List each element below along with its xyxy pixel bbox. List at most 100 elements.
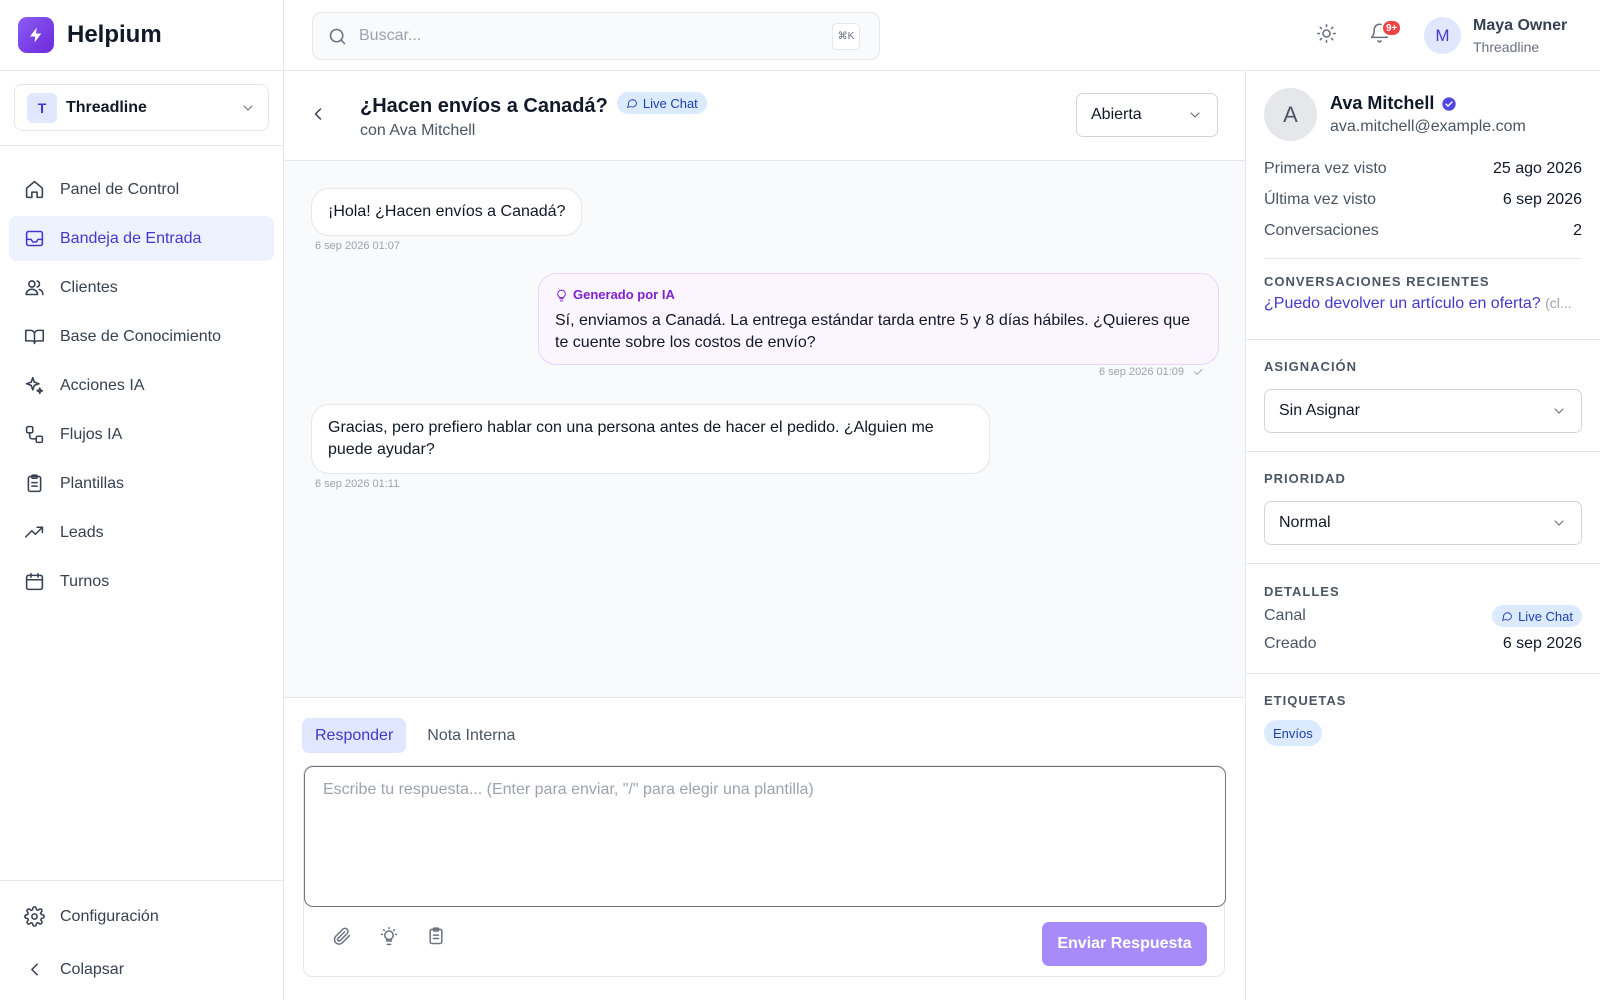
book-icon — [24, 329, 45, 345]
sidebar-item-label: Plantillas — [60, 474, 125, 492]
created-label: Creado — [1264, 635, 1317, 652]
sparkles-icon — [25, 376, 44, 395]
gear-icon — [24, 906, 45, 927]
sidebar: Helpium T Threadline Panel de Control Ba… — [0, 0, 284, 1000]
sidebar-item-shifts[interactable]: Turnos — [9, 559, 274, 604]
sidebar-item-ai-flows[interactable]: Flujos IA — [9, 412, 274, 457]
home-icon — [25, 180, 44, 199]
customer-email: ava.mitchell@example.com — [1330, 118, 1526, 135]
sidebar-item-leads[interactable]: Leads — [9, 510, 274, 555]
chevron-down-icon — [1554, 520, 1564, 526]
details-title: DETALLES — [1264, 584, 1340, 599]
users-icon — [25, 280, 44, 296]
reply-area: Responder Nota Interna Enviar Respuesta — [284, 698, 1245, 1000]
first-seen-value: 25 ago 2026 — [1493, 160, 1582, 177]
tags-title: ETIQUETAS — [1264, 693, 1347, 708]
customer-name-text: Ava Mitchell — [1330, 93, 1435, 113]
theme-toggle-button[interactable] — [1316, 23, 1337, 44]
brand: Helpium — [0, 0, 283, 71]
sidebar-item-label: Turnos — [60, 572, 110, 590]
collapse-sidebar-button[interactable]: Colapsar — [9, 947, 274, 992]
verified-badge-icon — [1442, 96, 1457, 111]
conversations-label: Conversaciones — [1264, 222, 1379, 239]
priority-select[interactable]: Normal — [1264, 501, 1582, 545]
created-row: Creado 6 sep 2026 — [1264, 635, 1582, 653]
customer-message: Gracias, pero prefiero hablar con una pe… — [311, 404, 990, 474]
sidebar-nav: Panel de Control Bandeja de Entrada Clie… — [0, 146, 283, 604]
sidebar-item-inbox[interactable]: Bandeja de Entrada — [9, 216, 274, 261]
lightbulb-icon — [380, 926, 398, 946]
ai-suggest-button[interactable] — [379, 926, 399, 946]
lightbulb-icon — [557, 289, 566, 301]
created-value: 6 sep 2026 — [1502, 635, 1582, 652]
reply-textarea[interactable] — [304, 766, 1226, 907]
recent-conversation-link[interactable]: ¿Puedo devolver un artículo en oferta? (… — [1264, 295, 1582, 313]
sidebar-item-label: Flujos IA — [60, 425, 123, 443]
sun-icon — [1316, 23, 1337, 44]
back-button[interactable] — [308, 104, 328, 124]
sidebar-item-templates[interactable]: Plantillas — [9, 461, 274, 506]
chat-bubble-icon — [626, 99, 637, 108]
message-timestamp: 6 sep 2026 01:07 — [315, 240, 401, 252]
sidebar-item-label: Acciones IA — [60, 376, 145, 394]
send-reply-button[interactable]: Enviar Respuesta — [1042, 922, 1207, 966]
user-name[interactable]: Maya Owner — [1473, 17, 1567, 35]
chevron-left-icon — [314, 108, 322, 120]
sidebar-item-label: Bandeja de Entrada — [60, 229, 202, 247]
sidebar-footer: Configuración Colapsar — [0, 880, 283, 1000]
chevron-down-icon — [243, 104, 253, 111]
channel-badge-label: Live Chat — [642, 95, 698, 111]
workflow-icon — [25, 425, 44, 444]
clipboard-icon — [27, 474, 42, 493]
sidebar-item-settings[interactable]: Configuración — [9, 894, 274, 939]
clipboard-icon — [429, 927, 443, 945]
first-seen-row: Primera vez visto 25 ago 2026 — [1264, 160, 1582, 178]
chat-bubble-icon — [1502, 612, 1513, 621]
last-seen-label: Última vez visto — [1264, 191, 1377, 208]
sidebar-item-panel[interactable]: Panel de Control — [9, 167, 274, 212]
ai-message-text: Sí, enviamos a Canadá. La entrega estánd… — [555, 312, 1191, 351]
customer-avatar: A — [1264, 88, 1317, 141]
notifications-button[interactable]: 9+ — [1369, 19, 1403, 44]
bolt-logo-icon[interactable] — [18, 17, 54, 53]
workspace-avatar: T — [27, 92, 57, 123]
search-box[interactable]: ⌘K — [312, 12, 880, 60]
user-avatar[interactable]: M — [1424, 17, 1461, 54]
sidebar-item-clients[interactable]: Clientes — [9, 265, 274, 310]
recent-conversations-title: CONVERSACIONES RECIENTES — [1264, 274, 1490, 289]
conversation-subtitle: con Ava Mitchell — [360, 122, 476, 139]
channel-badge: Live Chat — [616, 92, 707, 114]
sidebar-item-knowledge[interactable]: Base de Conocimiento — [9, 314, 274, 359]
search-input[interactable] — [359, 27, 799, 45]
attach-button[interactable] — [332, 926, 352, 946]
conversation-header: ¿Hacen envíos a Canadá? Live Chat con Ava… — [284, 71, 1245, 161]
status-select[interactable]: Abierta — [1076, 93, 1218, 137]
customer-panel: A Ava Mitchell ava.mitchell@example.com … — [1245, 71, 1600, 1000]
ai-generated-label-text: Generado por IA — [573, 287, 675, 302]
tab-internal-note[interactable]: Nota Interna — [414, 718, 528, 753]
message-timestamp: 6 sep 2026 01:11 — [315, 478, 400, 490]
check-icon — [1194, 369, 1203, 375]
sidebar-item-label: Colapsar — [60, 960, 125, 978]
conversation-title: ¿Hacen envíos a Canadá? Live Chat — [360, 92, 707, 118]
chevron-down-icon — [1554, 408, 1564, 414]
workspace-switcher[interactable]: T Threadline — [14, 84, 269, 131]
workspace-name: Threadline — [66, 98, 147, 116]
tag-chip[interactable]: Envíos — [1264, 720, 1322, 746]
recent-conversation-status: (cl... — [1545, 295, 1572, 311]
channel-badge: Live Chat — [1492, 605, 1582, 627]
channel-row: Canal Live Chat — [1264, 605, 1582, 627]
templates-button[interactable] — [426, 926, 446, 946]
tab-reply[interactable]: Responder — [302, 718, 407, 753]
conversations-value: 2 — [1573, 222, 1582, 239]
status-value: Abierta — [1091, 106, 1142, 123]
message-timestamp: 6 sep 2026 01:09 — [1099, 366, 1185, 378]
sidebar-item-ai-actions[interactable]: Acciones IA — [9, 363, 274, 408]
priority-title: PRIORIDAD — [1264, 471, 1346, 486]
assignment-select[interactable]: Sin Asignar — [1264, 389, 1582, 433]
notification-badge: 9+ — [1381, 19, 1403, 37]
channel-label: Canal — [1264, 607, 1306, 624]
composer-tools — [332, 926, 446, 946]
sidebar-item-label: Panel de Control — [60, 180, 180, 198]
sidebar-item-label: Leads — [60, 523, 104, 541]
